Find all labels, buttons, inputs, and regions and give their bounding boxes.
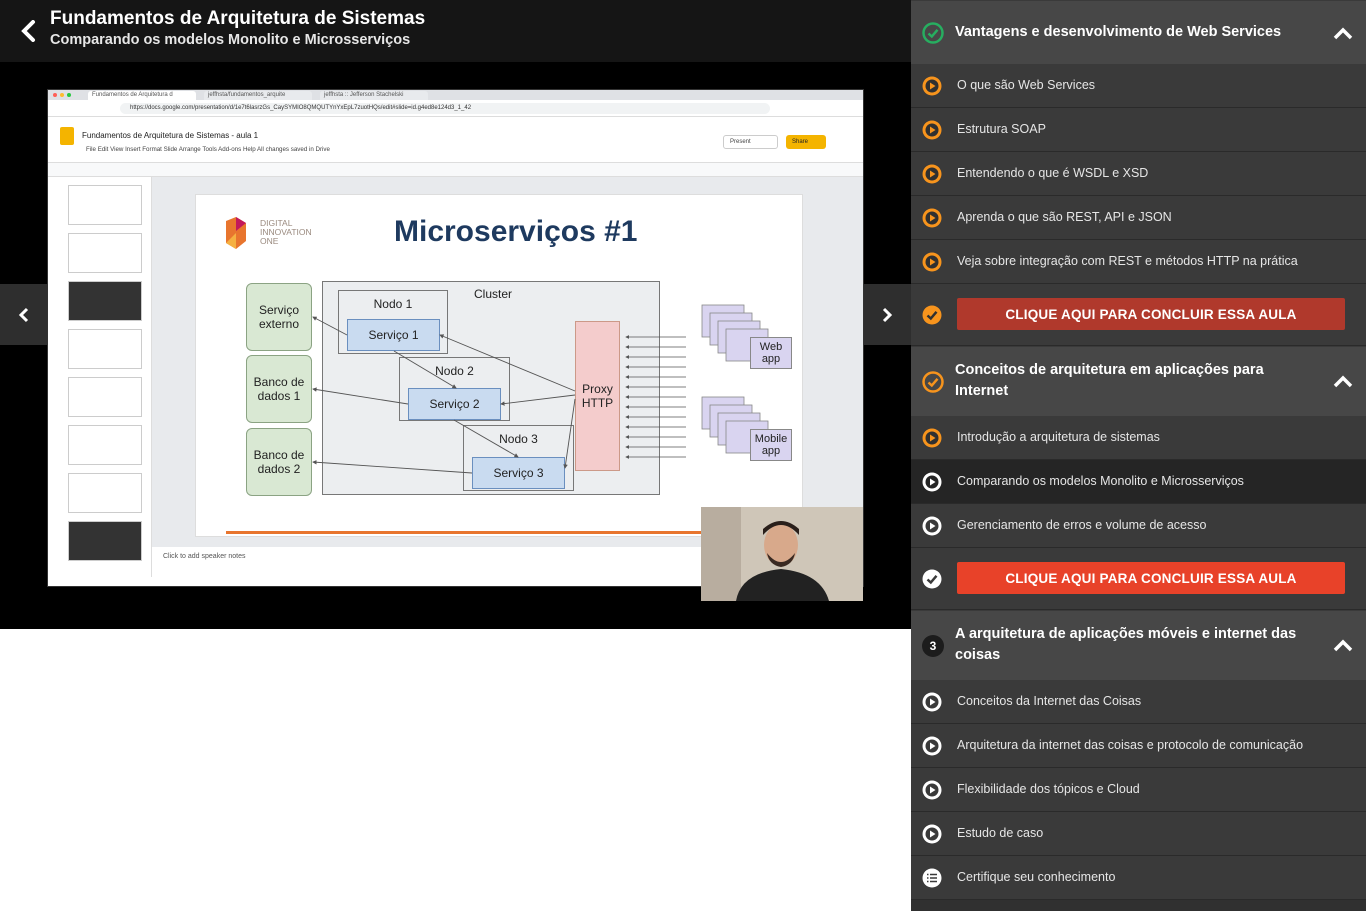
- chevron-left-icon: [18, 307, 29, 322]
- share-button: Share: [786, 135, 826, 149]
- section-title: Vantagens e desenvolvimento de Web Servi…: [955, 24, 1282, 40]
- lesson-item[interactable]: Introdução a arquitetura de sistemas: [911, 416, 1366, 460]
- browser-urlbar: https://docs.google.com/presentation/d/1…: [48, 100, 863, 117]
- lesson-label: Gerenciamento de erros e volume de acess…: [957, 518, 1207, 532]
- present-button: Present: [723, 135, 778, 149]
- section-number-badge: 3: [922, 635, 944, 657]
- play-icon: [922, 428, 942, 448]
- slides-logo-icon: [60, 127, 74, 145]
- lesson-label: Arquitetura da internet das coisas e pro…: [957, 738, 1304, 752]
- lesson-label: Aprenda o que são REST, API e JSON: [957, 210, 1172, 224]
- browser-tab: jeffhsta/fundamentos_arquite: [204, 91, 312, 100]
- play-icon: [922, 692, 942, 712]
- doc-title: Fundamentos de Arquitetura de Sistemas -…: [82, 131, 259, 140]
- check-circle-icon: [922, 371, 944, 393]
- instructor-webcam: [701, 507, 863, 601]
- lesson-item[interactable]: Aprenda o que são REST, API e JSON: [911, 196, 1366, 240]
- check-icon: [922, 305, 942, 325]
- slide-thumbnail: [68, 473, 142, 513]
- lesson-item[interactable]: Certifique seu conhecimento: [911, 856, 1366, 900]
- slide-thumbnails: [48, 177, 152, 577]
- lesson-header: Fundamentos de Arquitetura de Sistemas C…: [0, 0, 911, 62]
- lesson-label: Conceitos da Internet das Coisas: [957, 694, 1142, 708]
- slide-thumbnail: [68, 281, 142, 321]
- check-icon: [922, 569, 942, 589]
- play-icon: [922, 120, 942, 140]
- play-icon: [922, 516, 942, 536]
- lesson-item-current[interactable]: Comparando os modelos Monolito e Micross…: [911, 460, 1366, 504]
- play-icon: [922, 780, 942, 800]
- section-title: Conceitos de arquitetura em aplicações p…: [955, 362, 1264, 399]
- slide-thumbnail: [68, 521, 142, 561]
- browser-tabbar: Fundamentos de Arquitetura d jeffhsta/fu…: [48, 90, 863, 100]
- lesson-label: Estrutura SOAP: [957, 122, 1046, 136]
- lesson-label: Flexibilidade dos tópicos e Cloud: [957, 782, 1140, 796]
- browser-tab: jeffhsta :: Jefferson Stachelski: [320, 91, 428, 100]
- section-title: A arquitetura de aplicações móveis e int…: [955, 626, 1297, 663]
- lesson-label: Certifique seu conhecimento: [957, 870, 1116, 884]
- lesson-item[interactable]: Estrutura SOAP: [911, 108, 1366, 152]
- lesson-label: Entendendo o que é WSDL e XSD: [957, 166, 1149, 180]
- course-sidebar: Vantagens e desenvolvimento de Web Servi…: [911, 0, 1366, 911]
- lesson-label: O que são Web Services: [957, 78, 1096, 92]
- section-header[interactable]: Conceitos de arquitetura em aplicações p…: [911, 346, 1366, 416]
- chevron-left-icon: [21, 20, 35, 42]
- chevron-up-icon[interactable]: [1332, 23, 1354, 45]
- chevron-right-icon: [882, 307, 893, 322]
- lesson-item[interactable]: O que são Web Services: [911, 64, 1366, 108]
- lesson-subtitle: Comparando os modelos Monolito e Micross…: [50, 32, 411, 48]
- lesson-item[interactable]: Estudo de caso: [911, 812, 1366, 856]
- lesson-item[interactable]: Veja sobre integração com REST e métodos…: [911, 240, 1366, 284]
- quiz-list-icon: [922, 868, 942, 888]
- lesson-item[interactable]: Conceitos da Internet das Coisas: [911, 680, 1366, 724]
- play-icon: [922, 736, 942, 756]
- section-header[interactable]: 3 A arquitetura de aplicações móveis e i…: [911, 610, 1366, 680]
- play-icon: [922, 252, 942, 272]
- url-text: https://docs.google.com/presentation/d/1…: [120, 103, 770, 114]
- next-lesson-button[interactable]: [863, 284, 911, 345]
- speaker-notes: Click to add speaker notes: [163, 553, 246, 560]
- slide-thumbnail: [68, 329, 142, 369]
- instructor-avatar-icon: [701, 507, 863, 601]
- browser-tab: Fundamentos de Arquitetura d: [88, 91, 196, 100]
- web-app-box: Web app: [750, 337, 792, 369]
- back-button[interactable]: [14, 17, 42, 45]
- complete-lesson-button[interactable]: CLIQUE AQUI PARA CONCLUIR ESSA AULA: [957, 298, 1345, 330]
- check-circle-icon: [922, 22, 944, 44]
- lesson-label: Comparando os modelos Monolito e Micross…: [957, 474, 1244, 488]
- play-icon: [922, 208, 942, 228]
- course-title: Fundamentos de Arquitetura de Sistemas: [50, 8, 426, 29]
- lesson-item[interactable]: Flexibilidade dos tópicos e Cloud: [911, 768, 1366, 812]
- lesson-label: Introdução a arquitetura de sistemas: [957, 430, 1160, 444]
- chevron-up-icon[interactable]: [1332, 635, 1354, 657]
- mobile-app-box: Mobile app: [750, 429, 792, 461]
- lesson-item[interactable]: Arquitetura da internet das coisas e pro…: [911, 724, 1366, 768]
- slide: DIGITAL INNOVATION ONE Microserviços #1 …: [195, 194, 803, 537]
- lesson-item[interactable]: Entendendo o que é WSDL e XSD: [911, 152, 1366, 196]
- slide-thumbnail: [68, 377, 142, 417]
- slide-thumbnail: [68, 233, 142, 273]
- lesson-label: Veja sobre integração com REST e métodos…: [957, 254, 1298, 268]
- play-icon: [922, 76, 942, 96]
- lesson-label: Estudo de caso: [957, 826, 1044, 840]
- slides-toolbar: [48, 163, 863, 177]
- doc-menu: File Edit View Insert Format Slide Arran…: [86, 146, 330, 153]
- slide-thumbnail: [68, 425, 142, 465]
- chevron-up-icon[interactable]: [1332, 371, 1354, 393]
- play-icon: [922, 472, 942, 492]
- play-icon: [922, 824, 942, 844]
- complete-lesson-button[interactable]: CLIQUE AQUI PARA CONCLUIR ESSA AULA: [957, 562, 1345, 594]
- previous-lesson-button[interactable]: [0, 284, 48, 345]
- play-icon: [922, 164, 942, 184]
- section-header[interactable]: Vantagens e desenvolvimento de Web Servi…: [911, 0, 1366, 64]
- diagram-arrows: [312, 304, 769, 474]
- lesson-item[interactable]: Gerenciamento de erros e volume de acess…: [911, 504, 1366, 548]
- slide-thumbnail: [68, 185, 142, 225]
